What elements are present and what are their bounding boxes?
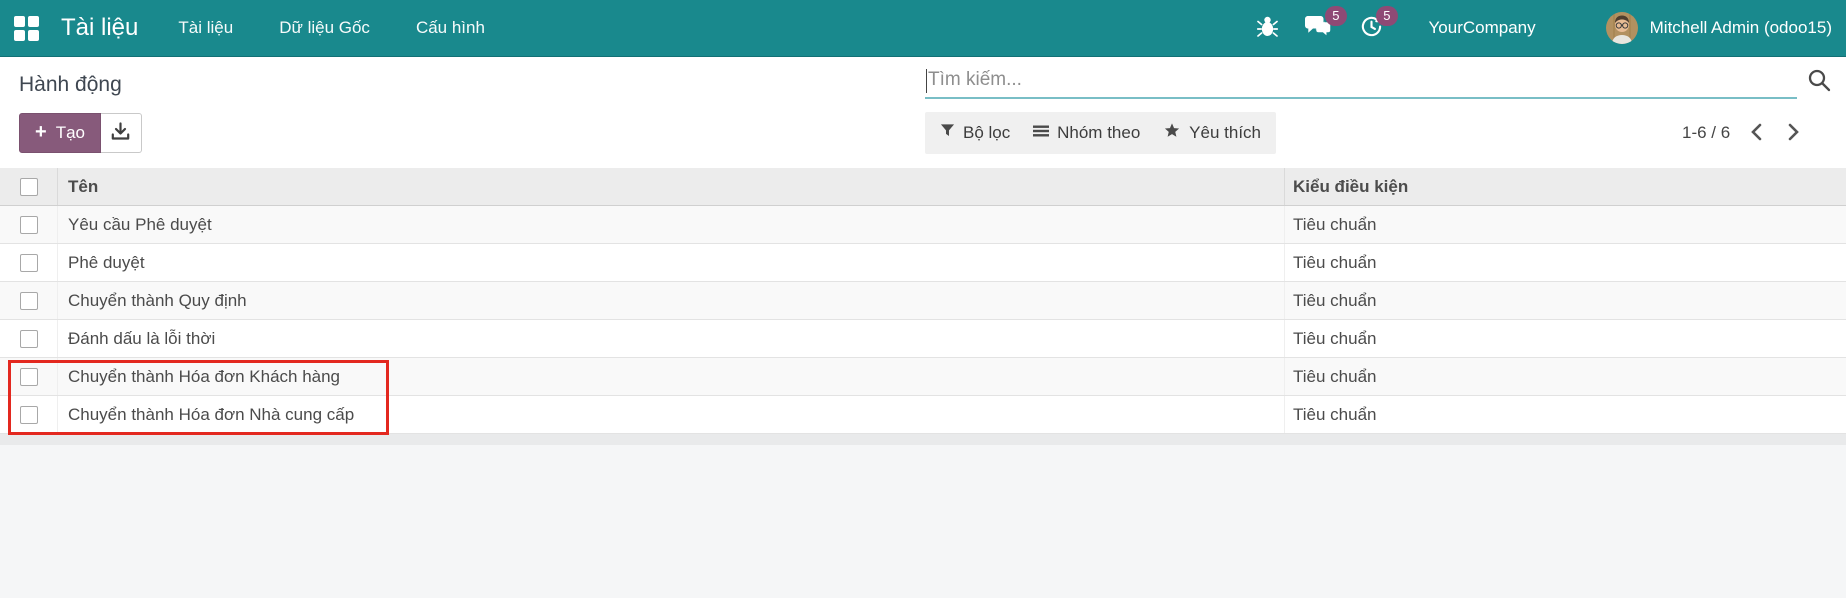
star-icon	[1163, 122, 1181, 144]
row-checkbox[interactable]	[20, 406, 38, 424]
user-avatar	[1606, 12, 1638, 44]
activities-count-badge: 5	[1376, 6, 1397, 26]
systray: 5 5 YourCompany	[1257, 12, 1832, 44]
row-condition-cell: Tiêu chuẩn	[1285, 358, 1846, 395]
row-name-cell: Đánh dấu là lỗi thời	[58, 320, 1285, 357]
row-checkbox[interactable]	[20, 368, 38, 386]
app-brand-title[interactable]: Tài liệu	[61, 14, 138, 42]
filters-label: Bộ lọc	[963, 123, 1010, 143]
plus-icon: +	[35, 122, 47, 142]
action-buttons: + Tạo	[19, 113, 142, 153]
row-checkbox-cell	[0, 396, 58, 433]
menu-item-du-lieu-goc[interactable]: Dữ liệu Gốc	[279, 18, 370, 38]
messages-button[interactable]: 5	[1304, 15, 1332, 42]
select-all-cell	[0, 168, 58, 205]
search-button[interactable]	[1804, 65, 1834, 98]
list-rows: Yêu cầu Phê duyệt Tiêu chuẩn Phê duyệt T…	[0, 206, 1846, 434]
activities-button[interactable]: 5	[1360, 15, 1383, 41]
row-condition-cell: Tiêu chuẩn	[1285, 206, 1846, 243]
group-by-label: Nhóm theo	[1057, 123, 1140, 143]
chevron-right-icon	[1787, 123, 1800, 144]
magnifier-icon	[1806, 81, 1832, 96]
row-checkbox-cell	[0, 244, 58, 281]
filter-funnel-icon	[940, 123, 955, 143]
row-checkbox[interactable]	[20, 330, 38, 348]
create-button[interactable]: + Tạo	[19, 113, 101, 153]
table-row[interactable]: Chuyển thành Quy định Tiêu chuẩn	[0, 282, 1846, 320]
favorites-label: Yêu thích	[1189, 123, 1261, 143]
actions-list-view: Tên Kiểu điều kiện Yêu cầu Phê duyệt Tiê…	[0, 168, 1846, 434]
table-row[interactable]: Đánh dấu là lỗi thời Tiêu chuẩn	[0, 320, 1846, 358]
table-row[interactable]: Chuyển thành Hóa đơn Khách hàng Tiêu chu…	[0, 358, 1846, 396]
row-checkbox-cell	[0, 320, 58, 357]
pager-previous-button[interactable]	[1746, 119, 1767, 148]
top-navbar: Tài liệu Tài liệu Dữ liệu Gốc Cấu hình	[0, 0, 1846, 57]
company-switcher[interactable]: YourCompany	[1429, 18, 1536, 38]
list-header-row: Tên Kiểu điều kiện	[0, 168, 1846, 206]
table-footer-band	[0, 434, 1846, 445]
row-checkbox-cell	[0, 358, 58, 395]
user-name: Mitchell Admin (odoo15)	[1650, 18, 1832, 38]
messages-count-badge: 5	[1325, 6, 1346, 26]
row-name-cell: Yêu cầu Phê duyệt	[58, 206, 1285, 243]
row-checkbox[interactable]	[20, 292, 38, 310]
row-checkbox-cell	[0, 206, 58, 243]
apps-menu-button[interactable]	[14, 16, 39, 41]
search-options-bar: Bộ lọc Nhóm theo Yêu thích	[925, 112, 1276, 154]
create-button-label: Tạo	[56, 123, 85, 143]
user-menu[interactable]: Mitchell Admin (odoo15)	[1606, 12, 1832, 44]
pager-next-button[interactable]	[1783, 119, 1804, 148]
group-by-button[interactable]: Nhóm theo	[1033, 123, 1140, 143]
table-row[interactable]: Chuyển thành Hóa đơn Nhà cung cấp Tiêu c…	[0, 396, 1846, 434]
row-checkbox-cell	[0, 282, 58, 319]
menu-item-cau-hinh[interactable]: Cấu hình	[416, 18, 485, 38]
apps-grid-icon	[14, 16, 25, 27]
row-name-cell: Chuyển thành Quy định	[58, 282, 1285, 319]
page-background-area	[0, 445, 1846, 598]
menu-item-tai-lieu[interactable]: Tài liệu	[178, 18, 233, 38]
chevron-left-icon	[1750, 123, 1763, 144]
column-header-name[interactable]: Tên	[58, 168, 1285, 205]
table-row[interactable]: Phê duyệt Tiêu chuẩn	[0, 244, 1846, 282]
favorites-button[interactable]: Yêu thích	[1163, 122, 1261, 144]
text-caret	[926, 69, 927, 93]
export-download-button[interactable]	[101, 113, 142, 153]
download-icon	[111, 122, 130, 144]
pager-value: 1-6 / 6	[1682, 123, 1730, 143]
column-header-condition-type[interactable]: Kiểu điều kiện	[1285, 168, 1846, 205]
search-input[interactable]	[925, 62, 1797, 97]
row-checkbox[interactable]	[20, 216, 38, 234]
table-row[interactable]: Yêu cầu Phê duyệt Tiêu chuẩn	[0, 206, 1846, 244]
debug-button[interactable]	[1257, 15, 1278, 41]
bug-icon	[1257, 15, 1278, 41]
group-by-bars-icon	[1033, 123, 1049, 143]
app-main-menu: Tài liệu Dữ liệu Gốc Cấu hình	[178, 18, 485, 38]
row-checkbox[interactable]	[20, 254, 38, 272]
select-all-checkbox[interactable]	[20, 178, 38, 196]
search-box	[925, 62, 1797, 99]
row-name-cell: Chuyển thành Hóa đơn Nhà cung cấp	[58, 396, 1285, 433]
row-condition-cell: Tiêu chuẩn	[1285, 396, 1846, 433]
row-condition-cell: Tiêu chuẩn	[1285, 244, 1846, 281]
row-condition-cell: Tiêu chuẩn	[1285, 282, 1846, 319]
pager: 1-6 / 6	[1682, 112, 1804, 154]
row-condition-cell: Tiêu chuẩn	[1285, 320, 1846, 357]
page-title-breadcrumb: Hành động	[19, 73, 122, 97]
row-name-cell: Chuyển thành Hóa đơn Khách hàng	[58, 358, 1285, 395]
filters-button[interactable]: Bộ lọc	[940, 123, 1010, 143]
row-name-cell: Phê duyệt	[58, 244, 1285, 281]
